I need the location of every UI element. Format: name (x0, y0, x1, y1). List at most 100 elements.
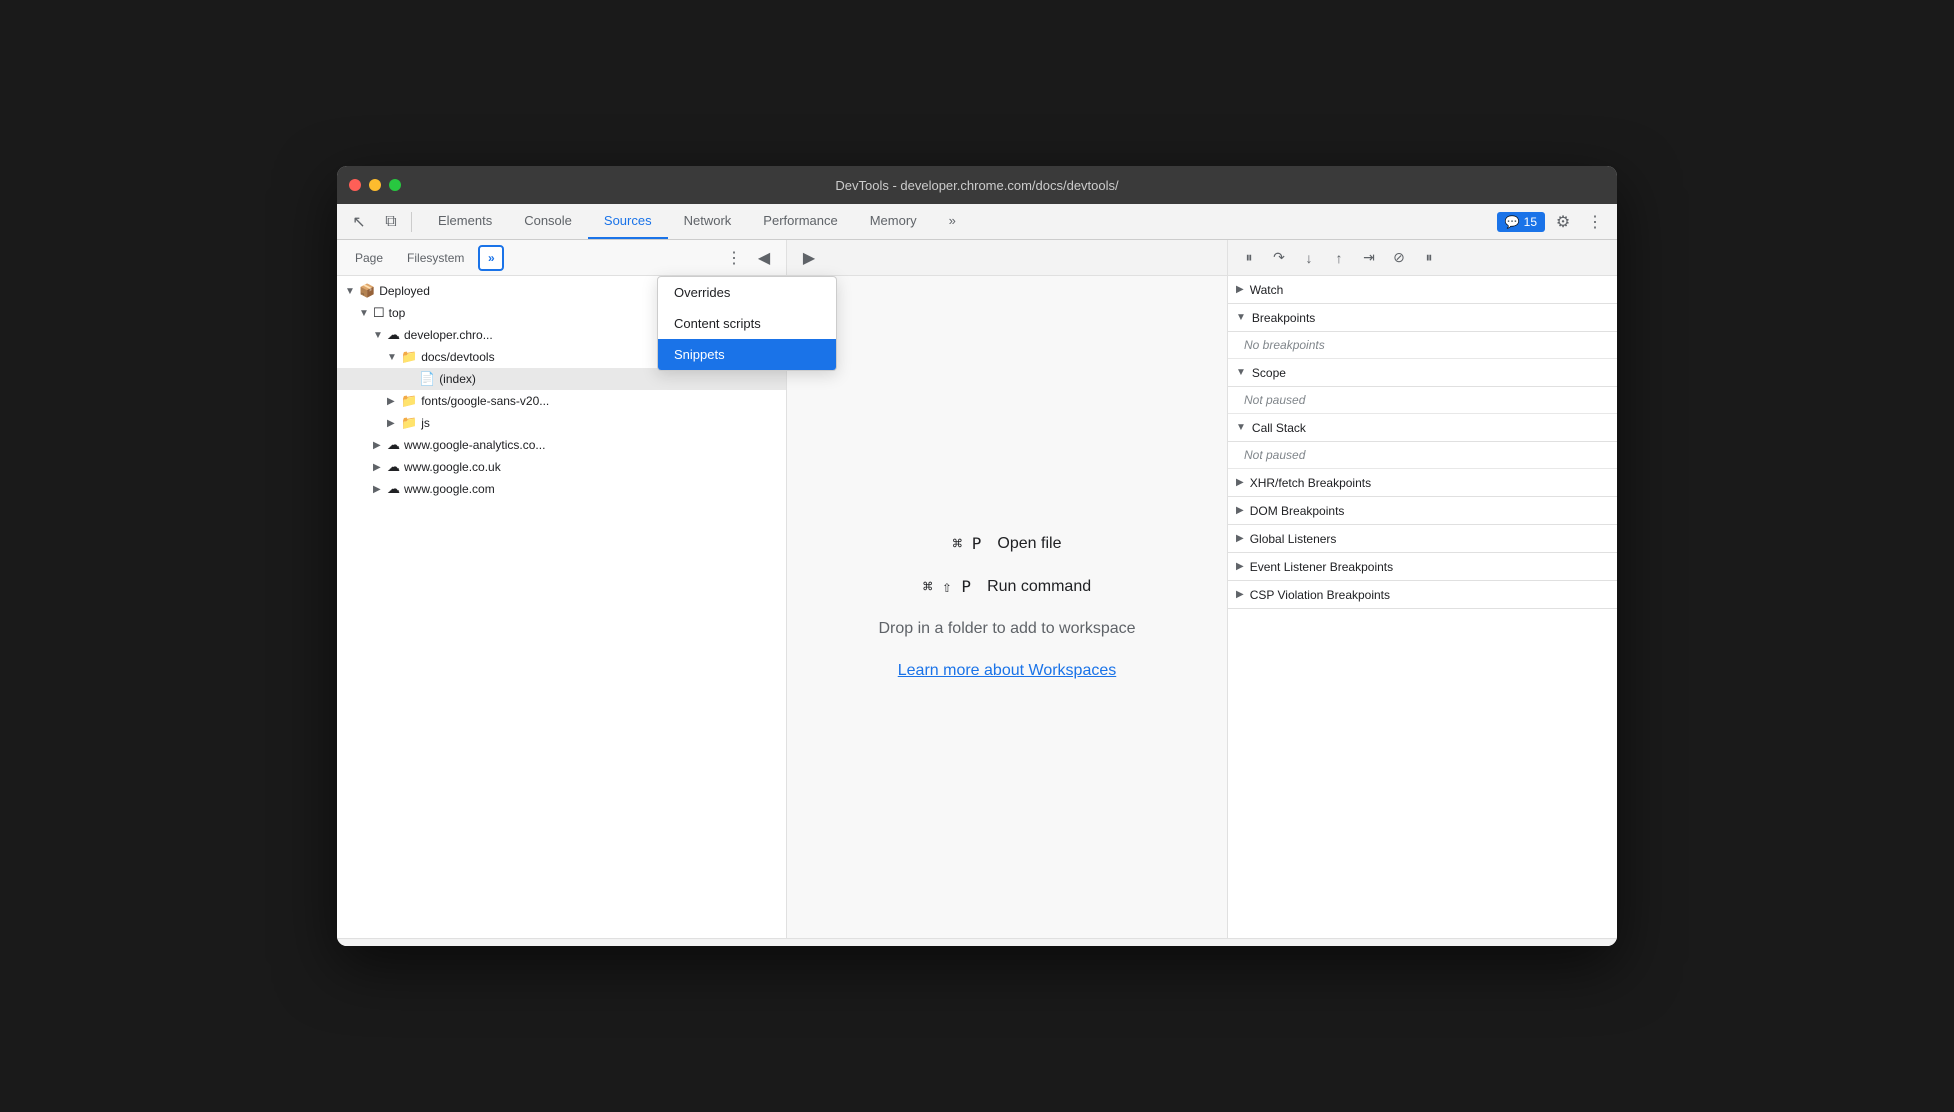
run-command-shortcut: ⌘ ⇧ P Run command (923, 577, 1091, 596)
center-toolbar: ▶ (787, 240, 1227, 276)
section-arrow: ▶ (1236, 505, 1244, 516)
pause-on-exceptions-button[interactable]: ⏸ (1416, 245, 1442, 271)
tree-arrow: ▼ (345, 286, 359, 297)
inspect-element-button[interactable]: ↖ (345, 208, 373, 236)
domain-icon: ☁ (387, 327, 400, 343)
tree-item-fonts[interactable]: ▶ 📁 fonts/google-sans-v20... (337, 390, 786, 412)
section-watch-header[interactable]: ▶ Watch (1228, 276, 1617, 304)
tree-item-js[interactable]: ▶ 📁 js (337, 412, 786, 434)
section-xhr-fetch-header[interactable]: ▶ XHR/fetch Breakpoints (1228, 469, 1617, 497)
folder-icon: 📁 (401, 349, 417, 365)
settings-button[interactable]: ⚙ (1549, 208, 1577, 236)
section-global-listeners-header[interactable]: ▶ Global Listeners (1228, 525, 1617, 553)
section-xhr-fetch-label: XHR/fetch Breakpoints (1250, 476, 1371, 490)
section-scope-content: Not paused (1228, 387, 1617, 414)
tree-item-index[interactable]: 📄 (index) (337, 368, 786, 390)
more-options-button[interactable]: ⋮ (720, 244, 748, 272)
tab-network[interactable]: Network (668, 204, 748, 239)
continue-button[interactable]: ⇥ (1356, 245, 1382, 271)
section-event-listener-header[interactable]: ▶ Event Listener Breakpoints (1228, 553, 1617, 581)
expand-panel-button[interactable]: ▶ (795, 244, 823, 272)
issues-count: 15 (1524, 215, 1537, 229)
section-arrow: ▶ (1236, 589, 1244, 600)
customize-button[interactable]: ⋮ (1581, 208, 1609, 236)
top-toolbar: ↖ ⧉ Elements Console Sources Network Per… (337, 204, 1617, 240)
tab-sources[interactable]: Sources (588, 204, 668, 239)
sources-more-tabs-button[interactable]: » (478, 245, 504, 271)
tab-memory[interactable]: Memory (854, 204, 933, 239)
devtools-container: ↖ ⧉ Elements Console Sources Network Per… (337, 204, 1617, 946)
tree-label: (index) (439, 372, 476, 386)
tab-performance[interactable]: Performance (747, 204, 853, 239)
folder-icon: 📁 (401, 393, 417, 409)
right-toolbar: ⏸ ↷ ↓ ↑ ⇥ ⊘ ⏸ (1228, 240, 1617, 276)
center-panel: ▶ ⌘ P Open file ⌘ ⇧ P Run command Drop i… (787, 240, 1227, 938)
section-breakpoints-header[interactable]: ▼ Breakpoints (1228, 304, 1617, 332)
tree-label: developer.chro... (404, 328, 493, 342)
sources-icon-buttons: ⋮ ◀ (720, 244, 778, 272)
center-content: ⌘ P Open file ⌘ ⇧ P Run command Drop in … (787, 276, 1227, 938)
sources-panel: Page Filesystem » ⋮ ◀ Overrides Content … (337, 240, 787, 938)
toolbar-divider (411, 212, 412, 232)
menu-item-content-scripts[interactable]: Content scripts (658, 308, 836, 339)
tree-item-google-co-uk[interactable]: ▶ ☁ www.google.co.uk (337, 456, 786, 478)
step-out-button[interactable]: ↑ (1326, 245, 1352, 271)
tab-elements[interactable]: Elements (422, 204, 508, 239)
tree-arrow: ▼ (373, 330, 387, 341)
tree-label: www.google-analytics.co... (404, 438, 545, 452)
tree-arrow: ▶ (373, 440, 387, 451)
section-arrow: ▼ (1236, 422, 1246, 433)
section-dom-breakpoints-header[interactable]: ▶ DOM Breakpoints (1228, 497, 1617, 525)
section-csp-violations-label: CSP Violation Breakpoints (1250, 588, 1390, 602)
tab-more[interactable]: » (933, 204, 972, 239)
section-arrow: ▼ (1236, 312, 1246, 323)
workspace-hint: Drop in a folder to add to workspace (878, 620, 1135, 638)
collapse-panel-button[interactable]: ◀ (750, 244, 778, 272)
step-into-button[interactable]: ↓ (1296, 245, 1322, 271)
tree-label: js (421, 416, 430, 430)
section-scope-header[interactable]: ▼ Scope (1228, 359, 1617, 387)
maximize-button[interactable] (389, 179, 401, 191)
toolbar-left: ↖ ⧉ (337, 204, 422, 239)
section-arrow: ▶ (1236, 533, 1244, 544)
close-button[interactable] (349, 179, 361, 191)
section-arrow: ▶ (1236, 477, 1244, 488)
tree-arrow: ▶ (387, 418, 401, 429)
section-csp-violations-header[interactable]: ▶ CSP Violation Breakpoints (1228, 581, 1617, 609)
section-event-listener-label: Event Listener Breakpoints (1250, 560, 1393, 574)
tree-item-google-com[interactable]: ▶ ☁ www.google.com (337, 478, 786, 500)
section-scope-label: Scope (1252, 366, 1286, 380)
open-file-label: Open file (997, 535, 1061, 553)
sources-tab-page[interactable]: Page (345, 247, 393, 269)
dropdown-menu: Overrides Content scripts Snippets (657, 276, 837, 371)
tree-item-google-analytics[interactable]: ▶ ☁ www.google-analytics.co... (337, 434, 786, 456)
menu-item-overrides[interactable]: Overrides (658, 277, 836, 308)
deactivate-button[interactable]: ⊘ (1386, 245, 1412, 271)
sources-tab-filesystem[interactable]: Filesystem (397, 247, 474, 269)
minimize-button[interactable] (369, 179, 381, 191)
folder-icon: 📦 (359, 283, 375, 299)
issues-button[interactable]: 💬 15 (1497, 212, 1545, 232)
section-call-stack-header[interactable]: ▼ Call Stack (1228, 414, 1617, 442)
run-command-label: Run command (987, 578, 1091, 596)
workspace-link[interactable]: Learn more about Workspaces (898, 662, 1116, 680)
tree-label: fonts/google-sans-v20... (421, 394, 549, 408)
toolbar-right: 💬 15 ⚙ ⋮ (1489, 204, 1617, 239)
tab-console[interactable]: Console (508, 204, 588, 239)
tree-label: www.google.com (404, 482, 495, 496)
domain-icon: ☁ (387, 437, 400, 453)
traffic-lights (349, 179, 401, 191)
resume-button[interactable]: ⏸ (1236, 245, 1262, 271)
issues-icon: 💬 (1505, 215, 1520, 229)
section-breakpoints-label: Breakpoints (1252, 311, 1315, 325)
tree-arrow: ▼ (359, 308, 373, 319)
devtools-window: DevTools - developer.chrome.com/docs/dev… (337, 166, 1617, 946)
bottom-bar (337, 938, 1617, 946)
section-call-stack-content: Not paused (1228, 442, 1617, 469)
menu-item-snippets[interactable]: Snippets (658, 339, 836, 370)
tree-label: Deployed (379, 284, 430, 298)
titlebar: DevTools - developer.chrome.com/docs/dev… (337, 166, 1617, 204)
device-toolbar-button[interactable]: ⧉ (377, 208, 405, 236)
domain-icon: ☁ (387, 481, 400, 497)
step-over-button[interactable]: ↷ (1266, 245, 1292, 271)
